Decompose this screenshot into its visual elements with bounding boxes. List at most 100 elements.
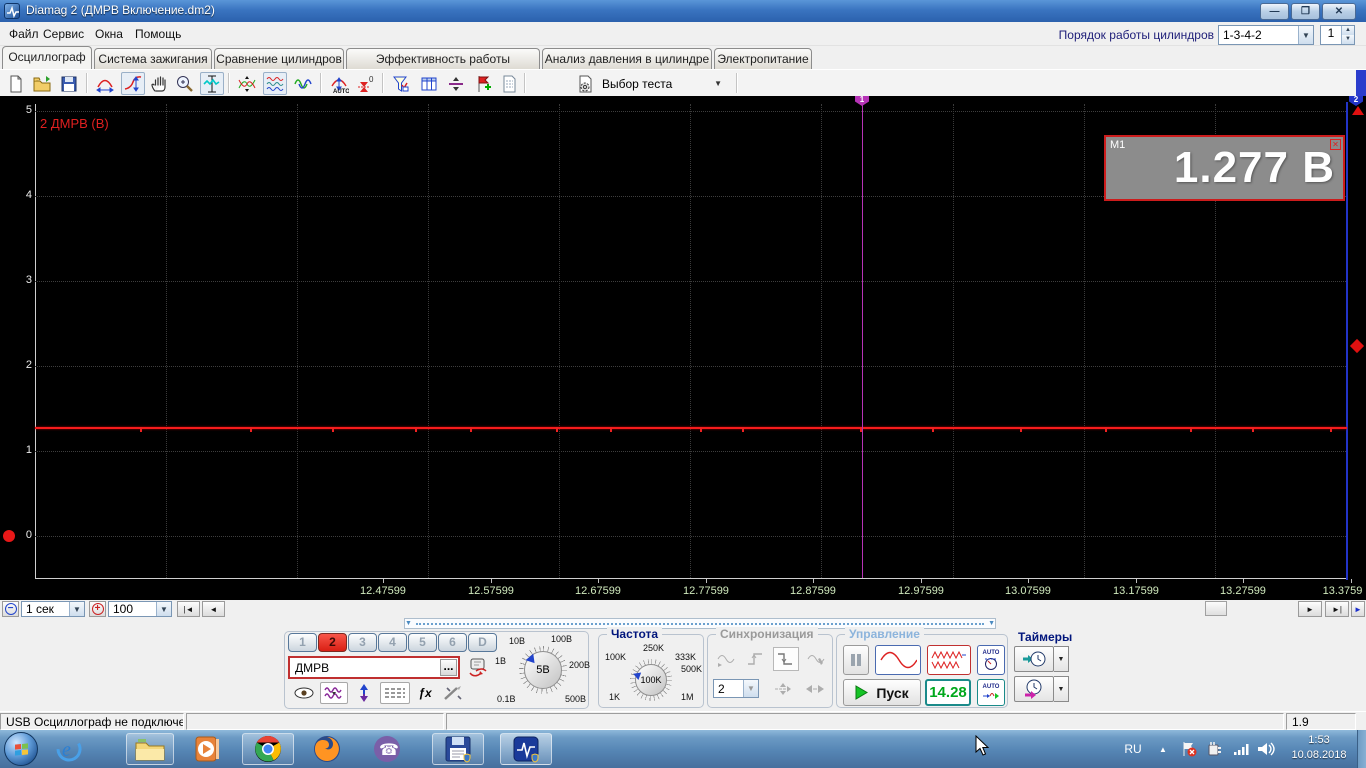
menu-help[interactable]: Помощь xyxy=(130,26,186,42)
auto-trigger-button[interactable]: AUTO xyxy=(977,679,1005,706)
channel-2-button[interactable]: 2 xyxy=(318,633,347,652)
start-button[interactable]: Пуск xyxy=(843,679,921,706)
zero-level-icon[interactable]: 0 xyxy=(354,72,378,95)
continuous-mode-button[interactable] xyxy=(927,645,971,675)
frequency-label[interactable]: 333K xyxy=(675,652,696,662)
taskbar-diamag-icon[interactable] xyxy=(500,733,552,765)
frequency-label[interactable]: 1K xyxy=(609,692,620,702)
chevron-down-icon[interactable]: ▼ xyxy=(743,680,758,697)
formula-fx-icon[interactable]: ƒx xyxy=(414,682,436,704)
go-to-start-button[interactable]: |◄ xyxy=(177,601,200,617)
collapse-icon[interactable]: ▼ xyxy=(988,620,995,627)
volts-knob[interactable]: 5В xyxy=(519,646,567,694)
taskbar-viber-icon[interactable]: ☎ xyxy=(366,733,408,765)
taskbar-ie-icon[interactable]: e xyxy=(48,733,90,765)
test-select-dropdown[interactable]: Выбор теста ▼ xyxy=(570,72,730,95)
visibility-eye-icon[interactable] xyxy=(292,682,316,704)
close-icon[interactable]: ✕ xyxy=(1330,139,1341,150)
tray-volume-icon[interactable] xyxy=(1254,730,1278,768)
frequency-label[interactable]: 1M xyxy=(681,692,694,702)
cylinder-counter-spinner[interactable]: 1 ▲ ▼ xyxy=(1320,25,1355,45)
menu-service[interactable]: Сервис xyxy=(38,26,89,42)
multi-channel-icon[interactable] xyxy=(263,72,287,95)
channel-name-input[interactable]: ДМРВ ... xyxy=(288,656,460,679)
report-icon[interactable] xyxy=(497,72,521,95)
sweep-select[interactable]: 100 ▼ xyxy=(108,601,172,617)
auto-voltmeter-button[interactable]: AUTO xyxy=(977,645,1005,675)
taskbar-saver-icon[interactable] xyxy=(432,733,484,765)
marker1-cursor-line[interactable] xyxy=(862,104,863,578)
step-back-button[interactable]: ◄ xyxy=(202,601,225,617)
table-icon[interactable] xyxy=(417,72,441,95)
channel-3-button[interactable]: 3 xyxy=(348,633,377,652)
tray-expand-icon[interactable]: ▲ xyxy=(1152,730,1174,768)
tray-device-icon[interactable] xyxy=(1204,730,1226,768)
frequency-knob[interactable]: 100K xyxy=(630,659,672,701)
zero-level-marker[interactable] xyxy=(3,530,15,542)
chevron-down-icon[interactable]: ▼ xyxy=(69,602,84,616)
add-marker-flag-icon[interactable] xyxy=(471,72,495,95)
sync-wave-trigger-icon[interactable] xyxy=(713,647,739,671)
volts-label[interactable]: 10В xyxy=(509,636,525,646)
tray-network-icon[interactable] xyxy=(1230,730,1252,768)
chevron-down-icon[interactable]: ▼ xyxy=(714,79,722,88)
timer1-dropdown[interactable]: ▼ xyxy=(1054,646,1069,672)
compare-waves-icon[interactable] xyxy=(235,72,259,95)
probe-tools-icon[interactable] xyxy=(440,682,466,704)
cylinder-order-select[interactable]: 1-3-4-2 ▼ xyxy=(1218,25,1314,45)
frequency-label[interactable]: 250K xyxy=(643,643,664,653)
scrollbar-thumb[interactable] xyxy=(1205,601,1227,616)
sync-channel-select[interactable]: 2 ▼ xyxy=(713,679,759,698)
channel-4-button[interactable]: 4 xyxy=(378,633,407,652)
tray-clock[interactable]: 1:53 10.08.2018 xyxy=(1283,733,1355,763)
sync-converge-icon[interactable] xyxy=(802,677,828,701)
tab-cylinder-pressure[interactable]: Анализ давления в цилиндре xyxy=(542,48,712,69)
time-scale-minus-button[interactable]: − xyxy=(2,601,19,617)
spin-up-icon[interactable]: ▲ xyxy=(1342,26,1354,35)
chevron-down-icon[interactable]: ▼ xyxy=(156,602,171,616)
sync-falling-edge-icon[interactable] xyxy=(773,647,799,671)
taskbar-firefox-icon[interactable] xyxy=(306,733,348,765)
right-level-marker-icon[interactable] xyxy=(1349,338,1365,354)
minimize-button[interactable]: — xyxy=(1260,3,1289,20)
grid-lines-icon[interactable] xyxy=(380,682,410,704)
play-forward-button[interactable]: ► xyxy=(1351,601,1365,617)
collapse-icon[interactable]: ▼ xyxy=(405,620,412,627)
tab-power-supply[interactable]: Электропитание xyxy=(714,48,812,69)
waveform-style-icon[interactable] xyxy=(320,682,348,704)
single-wave-mode-button[interactable] xyxy=(875,645,921,675)
time-scale-select[interactable]: 1 сек ▼ xyxy=(21,601,85,617)
pause-button[interactable] xyxy=(843,645,869,675)
auto-scale-icon[interactable]: AUTO xyxy=(327,72,351,95)
new-file-icon[interactable] xyxy=(4,72,28,95)
oscilloscope-plot[interactable]: 1 2 5 4 3 2 1 0 12.47599 12.57599 12.675… xyxy=(0,96,1366,600)
zoom-icon[interactable] xyxy=(173,72,197,95)
stretch-horizontal-icon[interactable] xyxy=(93,72,117,95)
right-top-marker-icon[interactable] xyxy=(1352,106,1364,115)
volts-label[interactable]: 100В xyxy=(551,634,572,644)
step-forward-button[interactable]: ► xyxy=(1298,601,1322,617)
timer1-button[interactable] xyxy=(1014,646,1054,672)
hand-pan-icon[interactable] xyxy=(147,72,171,95)
title-bar[interactable]: Diamag 2 (ДМРВ Включение.dm2) — ❐ ✕ xyxy=(0,0,1366,22)
measurement-box[interactable]: M1 1.277 В ✕ xyxy=(1104,135,1345,201)
volts-label[interactable]: 1В xyxy=(495,656,506,666)
marker2-flag[interactable]: 2 xyxy=(1349,96,1363,106)
frequency-label[interactable]: 100K xyxy=(605,652,626,662)
tray-flag-icon[interactable] xyxy=(1178,730,1200,768)
dual-wave-icon[interactable] xyxy=(291,72,315,95)
save-icon[interactable] xyxy=(57,72,81,95)
channel-6-button[interactable]: 6 xyxy=(438,633,467,652)
channel-1-button[interactable]: 1 xyxy=(288,633,317,652)
filter-icon[interactable] xyxy=(389,72,413,95)
sweep-plus-button[interactable]: + xyxy=(89,601,106,617)
taskbar-explorer-icon[interactable] xyxy=(126,733,174,765)
channel-5-button[interactable]: 5 xyxy=(408,633,437,652)
tab-cylinder-efficiency[interactable]: Эффективность работы цилиндров xyxy=(346,48,540,80)
chevron-down-icon[interactable]: ▼ xyxy=(1298,26,1313,44)
volts-label[interactable]: 500В xyxy=(565,694,586,704)
sync-manual-icon[interactable] xyxy=(803,647,829,671)
scale-updown-icon[interactable] xyxy=(352,682,376,704)
sync-level-icon[interactable] xyxy=(770,677,796,701)
sensor-swap-icon[interactable] xyxy=(466,655,490,684)
